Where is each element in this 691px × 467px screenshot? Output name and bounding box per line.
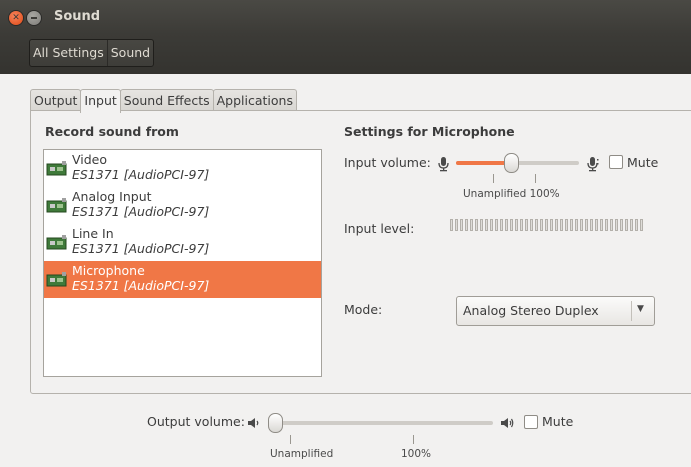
output-volume-label: Output volume: (147, 414, 245, 429)
list-item-selected[interactable]: Microphone ES1371 [AudioPCI-97] (44, 261, 321, 298)
level-segment (600, 219, 603, 231)
sound-breadcrumb-button[interactable]: Sound (106, 40, 153, 66)
output-hundred-label: 100% (401, 448, 432, 460)
level-segment (615, 219, 618, 231)
hundred-tick (413, 435, 414, 444)
level-segment (540, 219, 543, 231)
output-volume-slider[interactable] (268, 413, 284, 433)
title-bar: Sound (0, 0, 691, 34)
mode-label: Mode: (344, 302, 383, 317)
unamplified-tick (290, 435, 291, 444)
input-level-meter (450, 219, 645, 231)
breadcrumb: All Settings Sound (29, 39, 155, 67)
minimize-icon[interactable] (27, 11, 41, 25)
input-mute-label: Mute (627, 155, 659, 170)
microphone-icon (438, 157, 449, 172)
toolbar: All Settings Sound (0, 34, 691, 74)
level-segment (450, 219, 453, 231)
input-level-label: Input level: (344, 221, 415, 236)
tab-sound-effects[interactable]: Sound Effects (119, 89, 214, 111)
level-segment (590, 219, 593, 231)
level-segment (555, 219, 558, 231)
speaker-icon (501, 418, 514, 428)
sound-card-icon (46, 235, 67, 250)
sound-card-icon (46, 272, 67, 287)
settings-heading: Settings for Microphone (344, 124, 515, 139)
level-segment (630, 219, 633, 231)
level-segment (510, 219, 513, 231)
level-segment (505, 219, 508, 231)
window-title: Sound (54, 9, 101, 24)
record-heading: Record sound from (45, 124, 179, 139)
mode-select-value: Analog Stereo Duplex (463, 303, 599, 318)
level-segment (485, 219, 488, 231)
level-segment (575, 219, 578, 231)
output-mute-label: Mute (542, 414, 574, 429)
list-item[interactable]: Video ES1371 [AudioPCI-97] (44, 150, 321, 187)
unamplified-tick (493, 174, 494, 183)
input-mute-checkbox[interactable] (609, 155, 623, 169)
level-segment (635, 219, 638, 231)
level-segment (465, 219, 468, 231)
level-segment (565, 219, 568, 231)
microphone-icon (587, 157, 599, 172)
input-volume-fill (456, 161, 512, 165)
input-scale-labels: Unamplified 100% (463, 188, 560, 200)
level-segment (620, 219, 623, 231)
output-mute-checkbox[interactable] (524, 415, 538, 429)
level-segment (515, 219, 518, 231)
level-segment (500, 219, 503, 231)
level-segment (530, 219, 533, 231)
sound-card-icon (46, 198, 67, 213)
level-segment (495, 219, 498, 231)
hundred-tick (535, 174, 536, 183)
level-segment (570, 219, 573, 231)
level-segment (475, 219, 478, 231)
output-unamplified-label: Unamplified (270, 448, 334, 460)
tab-bar: Output Input Sound Effects Applications (30, 89, 297, 113)
combo-separator (631, 301, 632, 321)
all-settings-button[interactable]: All Settings (30, 40, 107, 66)
level-segment (455, 219, 458, 231)
level-segment (490, 219, 493, 231)
level-segment (610, 219, 613, 231)
tab-output[interactable]: Output (30, 89, 82, 111)
level-segment (480, 219, 483, 231)
input-volume-label: Input volume: (344, 155, 431, 170)
sound-card-icon (46, 161, 67, 176)
level-segment (560, 219, 563, 231)
tab-applications[interactable]: Applications (212, 89, 297, 111)
level-segment (605, 219, 608, 231)
level-segment (625, 219, 628, 231)
level-segment (470, 219, 473, 231)
close-icon[interactable] (9, 11, 23, 25)
list-item[interactable]: Analog Input ES1371 [AudioPCI-97] (44, 187, 321, 224)
list-item[interactable]: Line In ES1371 [AudioPCI-97] (44, 224, 321, 261)
level-segment (525, 219, 528, 231)
level-segment (535, 219, 538, 231)
input-volume-slider[interactable] (504, 153, 520, 173)
level-segment (595, 219, 598, 231)
tab-input[interactable]: Input (80, 89, 121, 113)
mode-select[interactable]: Analog Stereo Duplex ▼ (456, 296, 655, 326)
level-segment (460, 219, 463, 231)
level-segment (550, 219, 553, 231)
level-segment (580, 219, 583, 231)
chevron-down-icon[interactable]: ▼ (637, 304, 644, 314)
level-segment (585, 219, 588, 231)
level-segment (545, 219, 548, 231)
level-segment (640, 219, 643, 231)
speaker-icon (248, 418, 259, 428)
level-segment (520, 219, 523, 231)
device-list[interactable]: Video ES1371 [AudioPCI-97] Analog Input … (43, 149, 322, 377)
output-volume-track[interactable] (271, 421, 493, 425)
